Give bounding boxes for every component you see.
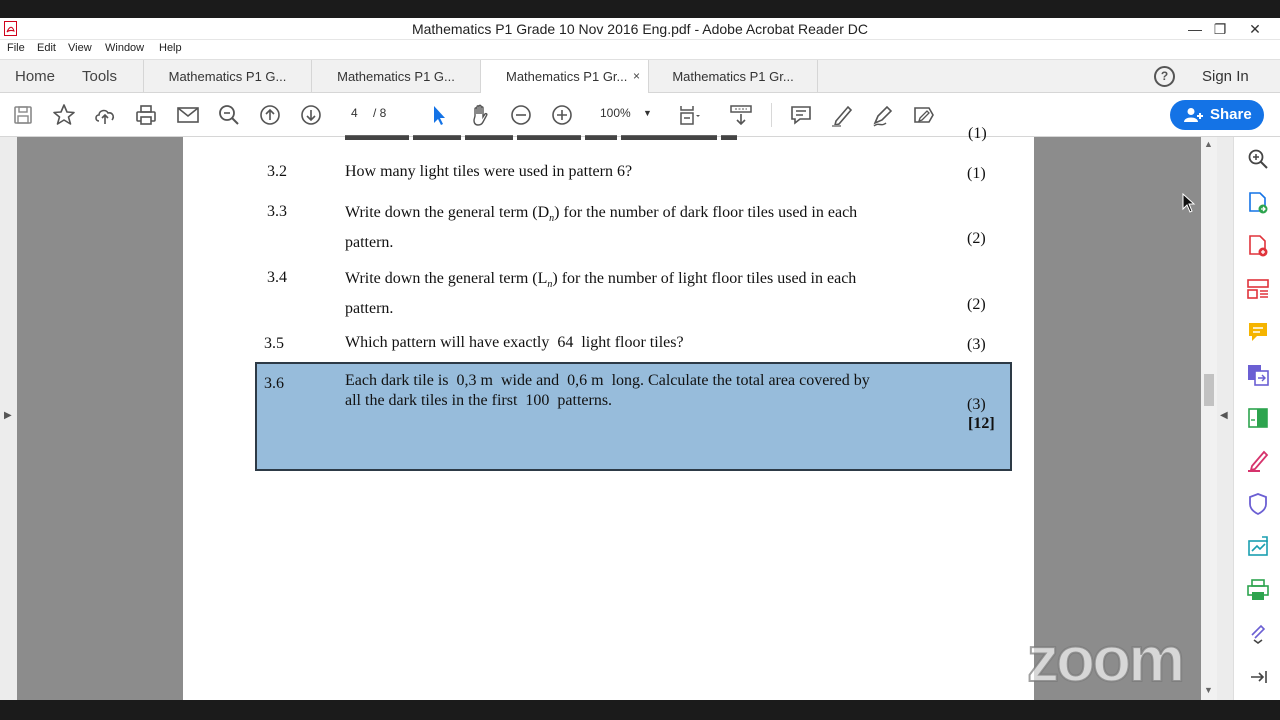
share-label: Share bbox=[1210, 106, 1252, 123]
question-text: Write down the general term (Ln) for the… bbox=[345, 267, 933, 321]
tab-label: Mathematics P1 G... bbox=[168, 69, 287, 84]
combine-files-icon[interactable] bbox=[1246, 363, 1270, 387]
tab-document-2[interactable]: Mathematics P1 G... bbox=[312, 60, 481, 94]
scroll-up-icon[interactable]: ▲ bbox=[1204, 139, 1213, 149]
previous-page-icon[interactable] bbox=[257, 102, 283, 128]
bottom-border bbox=[0, 700, 1280, 720]
tabs-bar: Home Tools Mathematics P1 G... Mathemati… bbox=[0, 59, 1280, 95]
protect-shield-icon[interactable] bbox=[1246, 492, 1270, 516]
window-title: Mathematics P1 Grade 10 Nov 2016 Eng.pdf… bbox=[411, 21, 869, 37]
tab-document-4[interactable]: Mathematics P1 Gr... bbox=[649, 60, 818, 94]
chevron-down-icon[interactable]: ▼ bbox=[643, 108, 652, 118]
sign-in-link[interactable]: Sign In bbox=[1202, 60, 1249, 94]
tab-document-1[interactable]: Mathematics P1 G... bbox=[143, 60, 312, 94]
general-term: (L bbox=[532, 270, 548, 287]
question-text-part: ) for the number of light floor tiles us… bbox=[552, 270, 857, 287]
menu-file[interactable]: File bbox=[7, 42, 25, 54]
restore-button[interactable]: ❐ bbox=[1203, 18, 1237, 40]
help-icon[interactable]: ? bbox=[1154, 66, 1175, 87]
question-marks: (3) bbox=[967, 396, 986, 413]
save-icon[interactable] bbox=[10, 102, 36, 128]
pdf-page: ▬▬▬▬ ▬▬▬ ▬▬▬ ▬▬▬▬ ▬▬ ▬▬▬▬▬▬ ▬ (1) 3.2 Ho… bbox=[183, 125, 1034, 700]
star-bookmark-icon[interactable] bbox=[51, 102, 77, 128]
top-border bbox=[0, 0, 1280, 18]
tab-label: Mathematics P1 Gr... bbox=[506, 69, 628, 84]
fill-sign-tool-icon[interactable] bbox=[1246, 449, 1270, 473]
collapse-right-panel-icon[interactable]: ◀ bbox=[1220, 410, 1228, 421]
question-text: How many light tiles were used in patter… bbox=[345, 163, 633, 180]
add-user-icon bbox=[1184, 108, 1203, 122]
zoom-search-icon[interactable] bbox=[1246, 147, 1270, 171]
question-number: 3.6 bbox=[264, 375, 284, 392]
tab-home[interactable]: Home bbox=[15, 60, 55, 94]
print-production-icon[interactable] bbox=[1246, 578, 1270, 602]
page-total: / 8 bbox=[373, 106, 387, 120]
question-text-part: ) for the number of dark floor tiles use… bbox=[554, 204, 858, 221]
question-text-part: all the dark tiles in the first 100 patt… bbox=[345, 392, 613, 409]
question-number: 3.3 bbox=[267, 203, 287, 220]
title-bar: Mathematics P1 Grade 10 Nov 2016 Eng.pdf… bbox=[0, 18, 1280, 40]
menu-help[interactable]: Help bbox=[159, 42, 182, 54]
next-page-icon[interactable] bbox=[298, 102, 324, 128]
question-text-part: pattern. bbox=[345, 234, 394, 252]
screen: Mathematics P1 Grade 10 Nov 2016 Eng.pdf… bbox=[0, 0, 1280, 720]
toolbar-divider bbox=[771, 103, 772, 127]
vertical-scrollbar[interactable]: ▲ ▼ bbox=[1201, 137, 1217, 700]
menu-edit[interactable]: Edit bbox=[37, 42, 56, 54]
question-text: Which pattern will have exactly 64 light… bbox=[345, 334, 684, 351]
general-term: (D bbox=[532, 204, 550, 221]
organize-pages-icon[interactable] bbox=[1246, 277, 1270, 301]
question-text: Write down the general term (Dn) for the… bbox=[345, 201, 933, 255]
print-icon[interactable] bbox=[133, 102, 159, 128]
expand-left-panel-icon[interactable]: ▶ bbox=[4, 410, 12, 421]
collapse-sidebar-icon[interactable] bbox=[1246, 665, 1270, 689]
fill-sign-icon[interactable] bbox=[911, 102, 937, 128]
question-number: 3.4 bbox=[267, 269, 287, 286]
zoom-watermark-logo: zoom bbox=[1026, 622, 1186, 696]
highlight-pen-icon[interactable] bbox=[829, 102, 855, 128]
share-button[interactable]: Share bbox=[1170, 100, 1264, 130]
close-window-button[interactable]: ✕ bbox=[1238, 18, 1272, 40]
send-review-icon[interactable] bbox=[1246, 535, 1270, 559]
question-text-part: pattern. bbox=[345, 300, 394, 318]
question-text-part: Write down the general term bbox=[345, 204, 529, 221]
edit-pdf-icon[interactable] bbox=[1246, 406, 1270, 430]
question-marks: (2) bbox=[967, 296, 986, 313]
tab-tools[interactable]: Tools bbox=[82, 60, 117, 94]
create-pdf-icon[interactable] bbox=[1246, 234, 1270, 258]
email-icon[interactable] bbox=[175, 102, 201, 128]
zoom-level-select[interactable]: 100% bbox=[600, 106, 631, 120]
question-text: Each dark tile is 0,3 m wide and 0,6 m l… bbox=[345, 371, 870, 411]
question-text-part: Write down the general term bbox=[345, 270, 529, 287]
sign-pen-icon[interactable] bbox=[870, 102, 896, 128]
mouse-cursor-icon bbox=[1182, 193, 1196, 213]
menu-window[interactable]: Window bbox=[105, 42, 144, 54]
tab-document-3-active[interactable]: Mathematics P1 Gr... × bbox=[481, 60, 649, 95]
tab-label: Mathematics P1 Gr... bbox=[672, 69, 794, 84]
menu-bar: File Edit View Window Help bbox=[0, 40, 1280, 59]
question-number: 3.5 bbox=[264, 335, 284, 352]
scrollbar-thumb[interactable] bbox=[1204, 374, 1214, 406]
tools-sidebar bbox=[1233, 137, 1280, 700]
question-marks: (1) bbox=[967, 165, 986, 182]
more-tools-icon[interactable] bbox=[1246, 621, 1270, 645]
comment-icon[interactable] bbox=[788, 102, 814, 128]
comment-tool-icon[interactable] bbox=[1246, 320, 1270, 344]
cloud-upload-icon[interactable] bbox=[92, 102, 118, 128]
page-number-input[interactable]: 4 bbox=[351, 106, 358, 120]
question-marks: (3) bbox=[967, 336, 986, 353]
clipped-line: ▬▬▬▬ ▬▬▬ ▬▬▬ ▬▬▬▬ ▬▬ ▬▬▬▬▬▬ ▬ bbox=[345, 127, 737, 144]
question-text-part: Each dark tile is 0,3 m wide and 0,6 m l… bbox=[345, 372, 870, 389]
close-tab-icon[interactable]: × bbox=[633, 60, 640, 93]
scroll-down-icon[interactable]: ▼ bbox=[1204, 685, 1213, 695]
export-pdf-icon[interactable] bbox=[1246, 191, 1270, 215]
tab-label: Mathematics P1 G... bbox=[337, 69, 455, 84]
menu-view[interactable]: View bbox=[68, 42, 92, 54]
search-zoom-icon[interactable] bbox=[216, 102, 242, 128]
section-total: [12] bbox=[968, 415, 995, 432]
clipped-marks: (1) bbox=[968, 125, 987, 142]
question-number: 3.2 bbox=[267, 163, 287, 180]
question-marks: (2) bbox=[967, 230, 986, 247]
